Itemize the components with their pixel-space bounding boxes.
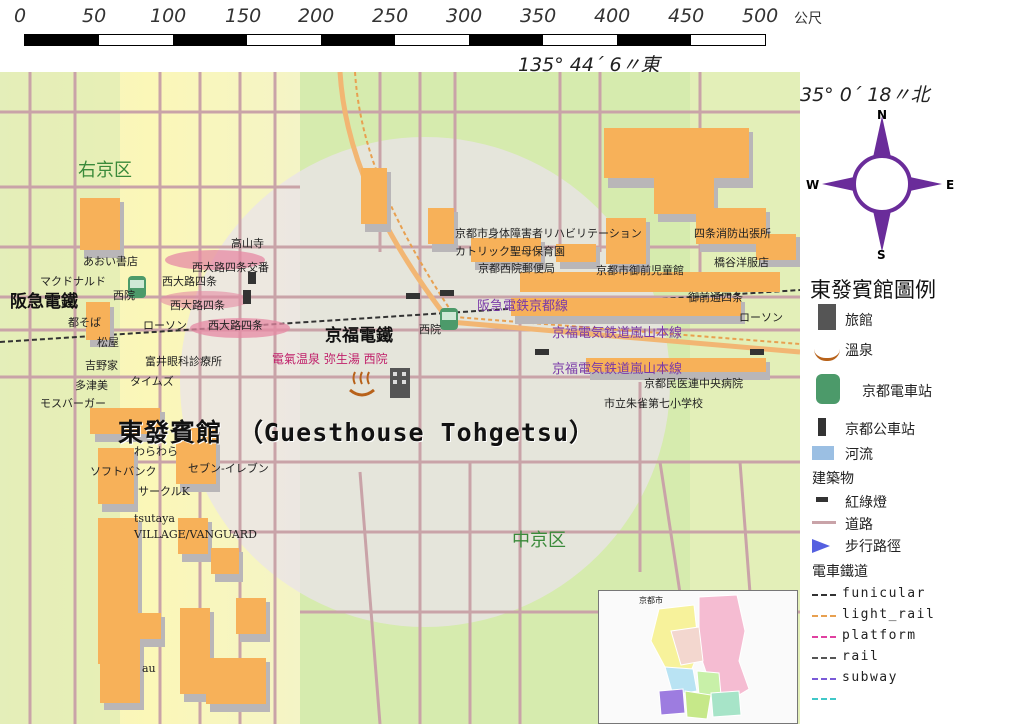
legend-subway: subway	[842, 670, 898, 685]
place-label: 吉野家	[85, 359, 118, 372]
compass-s: S	[877, 248, 886, 262]
legend-platform: platform	[842, 628, 917, 643]
nishi-in-label: 西院	[113, 289, 135, 302]
scale-tick: 50	[82, 5, 107, 27]
compass-w: W	[806, 178, 820, 192]
place-label: タイムズ	[130, 375, 174, 388]
line-label-hankyu: 阪急電鉄京都線	[477, 299, 569, 314]
place-label: 京都民医連中央病院	[644, 377, 743, 390]
legend-walk: 步行路徑	[845, 539, 901, 555]
place-label: VILLAGE/VANGUARD	[134, 528, 257, 541]
nishi-in-label: 西院	[419, 323, 441, 336]
scale-tick: 400	[594, 5, 631, 27]
signal-icon	[816, 497, 828, 502]
place-label: わらわら	[134, 445, 178, 458]
place-label: セブン-イレブン	[188, 462, 269, 475]
platform-swatch	[812, 636, 836, 638]
scale-tick: 300	[446, 5, 483, 27]
compass-e: E	[946, 178, 955, 192]
other-rail-swatch	[812, 698, 836, 700]
hotel-icon	[818, 304, 836, 330]
place-label: サークルK	[138, 485, 190, 498]
place-label: 高山寺	[231, 237, 264, 250]
river-swatch	[812, 446, 834, 460]
place-label: ローソン	[739, 311, 783, 324]
legend-road: 道路	[845, 517, 873, 533]
place-label: マクドナルド	[40, 275, 106, 288]
scale-tick: 200	[298, 5, 335, 27]
light-rail-swatch	[812, 615, 836, 617]
ward-nakagyo: 中京区	[512, 530, 566, 551]
rail-swatch	[812, 657, 836, 659]
scale-tick: 500	[742, 5, 779, 27]
place-label: 都そば	[68, 316, 101, 329]
legend-onsen: 溫泉	[845, 343, 873, 359]
latitude-label: 35° 0´ 18〃北	[800, 84, 930, 106]
place-label: 松屋	[97, 336, 119, 349]
place-label: 西大路四条	[162, 275, 217, 288]
place-label: ローソン	[143, 319, 187, 332]
legend-building: 建築物	[812, 471, 854, 487]
legend-title: 東發賓館圖例	[810, 278, 936, 302]
place-label: カトリック聖母保育園	[455, 245, 565, 258]
place-label: 西大路四条	[170, 299, 225, 312]
legend-rail: rail	[842, 649, 880, 664]
place-label: tsutaya	[134, 512, 175, 525]
place-label: 西大路四条交番	[192, 261, 269, 274]
hotel-icon	[390, 368, 410, 398]
scale-tick: 250	[372, 5, 409, 27]
compass-n: N	[877, 108, 888, 122]
walking-radius-circle	[180, 137, 670, 627]
legend-river: 河流	[845, 447, 873, 463]
map-title: 東發賓館 （Guesthouse Tohgetsu）	[118, 418, 596, 447]
legend-signal: 紅綠燈	[845, 495, 887, 511]
funicular-swatch	[812, 594, 836, 596]
inset-map: 京都市	[598, 590, 798, 724]
legend-bus: 京都公車站	[845, 422, 915, 438]
scale-unit: 公尺	[794, 11, 822, 27]
legend-light-rail: light_rail	[842, 607, 936, 622]
place-label: 多津美	[75, 379, 108, 392]
place-label: モスバーガー	[40, 397, 106, 410]
place-label: あおい書店	[83, 255, 138, 268]
legend-funicular: funicular	[842, 586, 926, 601]
place-label: ソフトバンク	[90, 465, 157, 478]
place-label: 市立朱雀第七小学校	[604, 397, 703, 410]
onsen-icon	[814, 342, 840, 361]
legend-train: 京都電車站	[862, 384, 932, 400]
legend-hotel: 旅館	[845, 313, 873, 329]
line-label-keifuku: 京福電気鉄道嵐山本線	[552, 362, 683, 377]
walk-arrow-icon	[812, 539, 830, 553]
bus-stop-icon	[818, 418, 826, 436]
place-label: 橋谷洋服店	[714, 256, 769, 269]
scale-tick: 150	[225, 5, 262, 27]
line-label-keifuku: 京福電気鉄道嵐山本線	[552, 326, 683, 341]
legend-rail-title: 電車鐵道	[812, 564, 868, 580]
scale-tick: 0	[14, 5, 27, 27]
place-label: au	[142, 662, 156, 675]
keifuku-station-label: 京福電鐵	[325, 326, 393, 346]
train-station-icon	[816, 374, 840, 404]
place-label: 西大路四条	[208, 319, 263, 332]
road-swatch	[812, 521, 836, 524]
scale-tick: 100	[150, 5, 187, 27]
scale-tick: 450	[668, 5, 705, 27]
onsen-label: 電氣温泉 弥生湯 西院	[272, 352, 388, 366]
hankyu-station-label: 阪急電鐵	[10, 292, 78, 312]
ward-ukyo: 右京区	[78, 160, 132, 181]
place-label: 京都市御前児童館	[596, 264, 684, 277]
subway-swatch	[812, 678, 836, 680]
place-label: 御前通四条	[688, 291, 743, 304]
place-label: 京都西院郵便局	[478, 262, 555, 275]
place-label: 富井眼科診療所	[145, 355, 222, 368]
scale-tick: 350	[520, 5, 557, 27]
place-label: 四条消防出張所	[694, 227, 771, 240]
place-label: 京都市身体障害者リハビリテーション	[455, 227, 642, 240]
compass-icon	[822, 116, 942, 252]
